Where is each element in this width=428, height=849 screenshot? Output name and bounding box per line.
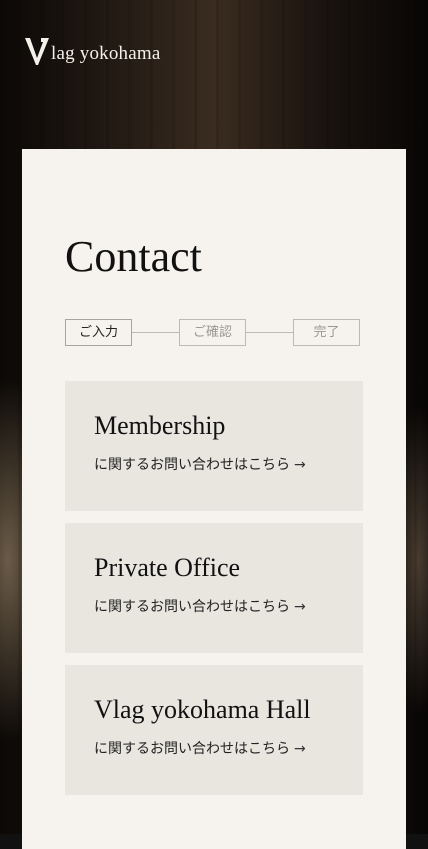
card-link[interactable]: に関するお問い合わせはこちら → <box>94 458 306 472</box>
arrow-right-icon: → <box>294 457 306 473</box>
card-title: Membership <box>94 411 226 440</box>
private-office-contact-card[interactable]: Private Office に関するお問い合わせはこちら → <box>65 523 363 653</box>
card-title: Private Office <box>94 553 241 582</box>
logo-text: lag yokohama <box>51 43 161 64</box>
arrow-right-icon: → <box>294 599 306 615</box>
card-link-label: に関するお問い合わせはこちら <box>94 741 290 757</box>
card-link-label: に関するお問い合わせはこちら <box>94 599 290 615</box>
step-connector <box>246 332 293 333</box>
arrow-right-icon: → <box>294 741 306 757</box>
contact-panel: Contact ご入力 ご確認 完了 Membership に関するお問い合わせ… <box>22 149 406 849</box>
card-link[interactable]: に関するお問い合わせはこちら → <box>94 742 306 756</box>
site-logo[interactable]: lag yokohama <box>24 34 161 66</box>
step-input: ご入力 <box>65 319 132 346</box>
step-connector <box>132 332 179 333</box>
page-title: Contact <box>65 232 202 281</box>
card-link-label: に関するお問い合わせはこちら <box>94 457 290 473</box>
vlag-logo-mark-icon <box>25 38 49 65</box>
hall-contact-card[interactable]: Vlag yokohama Hall に関するお問い合わせはこちら → <box>65 665 363 795</box>
membership-contact-card[interactable]: Membership に関するお問い合わせはこちら → <box>65 381 363 511</box>
step-confirm: ご確認 <box>179 319 246 346</box>
progress-steps: ご入力 ご確認 完了 <box>65 319 361 348</box>
card-title: Vlag yokohama Hall <box>94 695 311 724</box>
card-link[interactable]: に関するお問い合わせはこちら → <box>94 600 306 614</box>
step-complete: 完了 <box>293 319 360 346</box>
